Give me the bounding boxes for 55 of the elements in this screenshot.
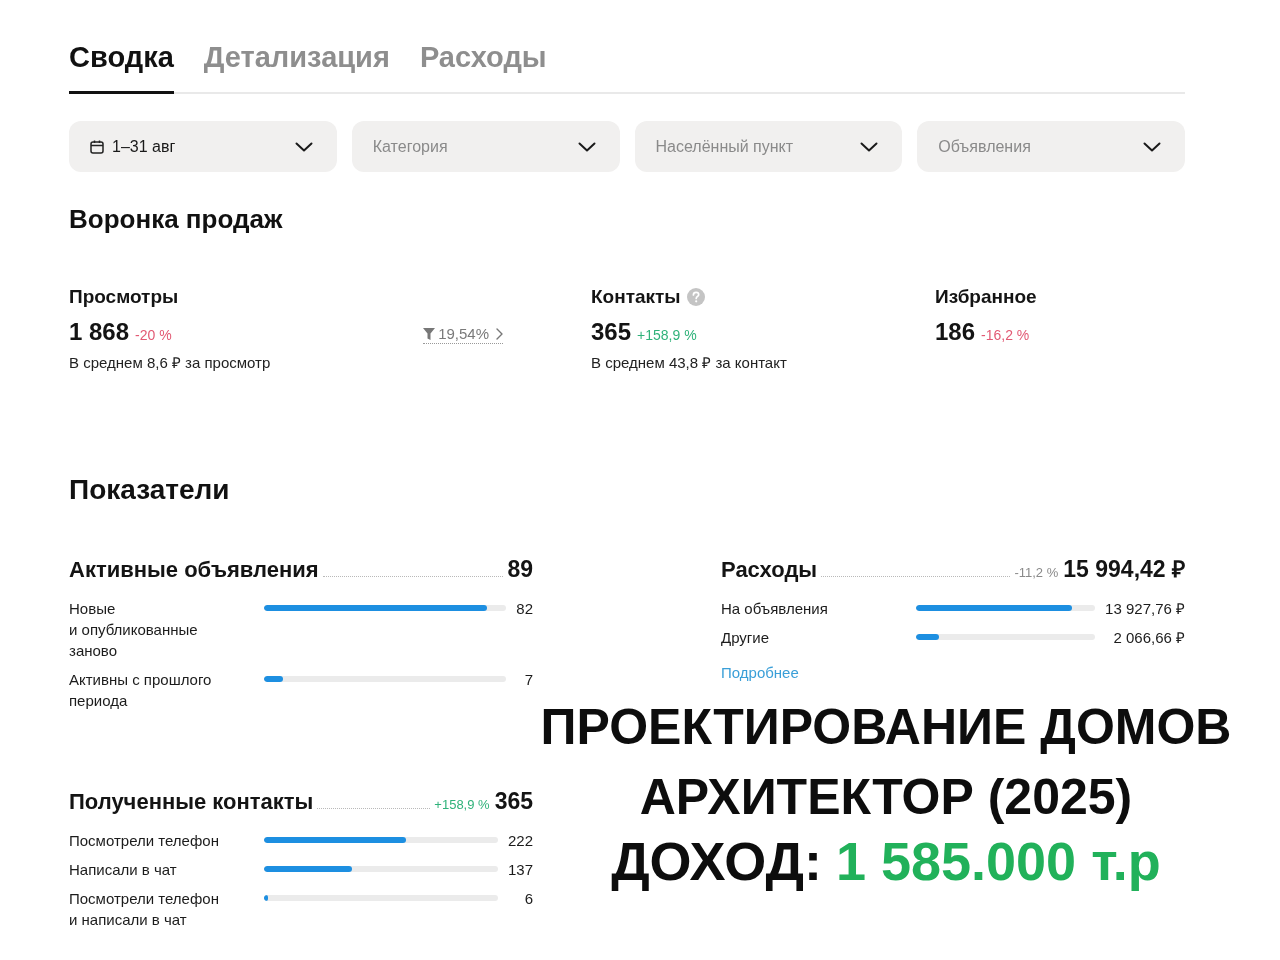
row-value: 6 [523,889,533,909]
row-label: Другие [721,628,771,648]
metric-value: 365 [591,317,632,347]
details-link[interactable]: Подробнее [721,662,799,683]
income-value: 1 585.000 т.р [835,831,1161,891]
chevron-down-icon [577,141,596,152]
chevron-down-icon [860,141,879,152]
section-total: 365 [494,787,533,815]
chevron-down-icon [294,141,313,152]
change-percent: -16,2 % [981,326,1030,345]
filter-dropdown[interactable]: Объявления [917,121,1185,172]
row-value: 82 [516,599,533,619]
metric-value: 1 868 [69,317,130,347]
change-percent: -20 % [135,326,172,345]
section-title: Расходы [721,556,818,584]
change-percent: +158,9 % [637,326,697,345]
caption-line: АРХИТЕКТОР (2025) [639,768,1133,827]
filter-dropdown[interactable]: Категория [351,121,620,172]
section-heading: Показатели [69,473,231,507]
section-total: 15 994,42 ₽ [1063,555,1185,583]
row-label: Посмотрели телефон и написали в чат [69,889,220,930]
funnel-icon [423,328,436,340]
row-label: Новые и опубликованные заново [69,599,199,661]
row-value: 2 066,66 ₽ [1112,628,1185,648]
section-title: Активные объявления [69,556,319,584]
change-percent: +158,9 % [434,797,490,812]
row-label: Активны с прошлого периода [69,670,213,711]
section-title: Полученные контакты [69,788,314,816]
calendar-icon [90,139,104,154]
caption-line: ПРОЕКТИРОВАНИЕ ДОМОВ [540,698,1232,757]
metric-value: 186 [935,317,976,347]
filter-dropdown[interactable]: 1–31 авг [69,121,337,172]
filter-dropdown[interactable]: Населённый пункт [634,121,903,172]
change-percent: -11,2 % [1014,565,1059,580]
income-label: ДОХОД: [611,831,822,891]
row-value: 7 [523,670,533,690]
chevron-right-icon [496,328,503,340]
row-value: 222 [507,831,533,851]
metric-note: В среднем 8,6 ₽ за просмотр [69,353,272,373]
metric-title: Просмотры [69,286,179,308]
row-label: Посмотрели телефон [69,831,220,851]
tab[interactable]: Расходы [419,40,547,94]
tab[interactable]: Сводка [69,40,174,94]
chevron-down-icon [1143,141,1161,152]
metric-title: Контакты [591,286,681,308]
row-label: Написали в чат [69,860,178,880]
row-value: 13 927,76 ₽ [1105,599,1185,619]
section-heading: Воронка продаж [69,204,284,234]
row-label: На объявления [721,599,829,619]
metric-title: Избранное [935,286,1037,308]
conversion-link[interactable]: 19,54% [423,325,503,344]
row-value: 137 [507,860,533,880]
metric-note: В среднем 43,8 ₽ за контакт [591,353,788,373]
section-total: 89 [507,555,533,583]
tab[interactable]: Детализация [203,40,390,94]
